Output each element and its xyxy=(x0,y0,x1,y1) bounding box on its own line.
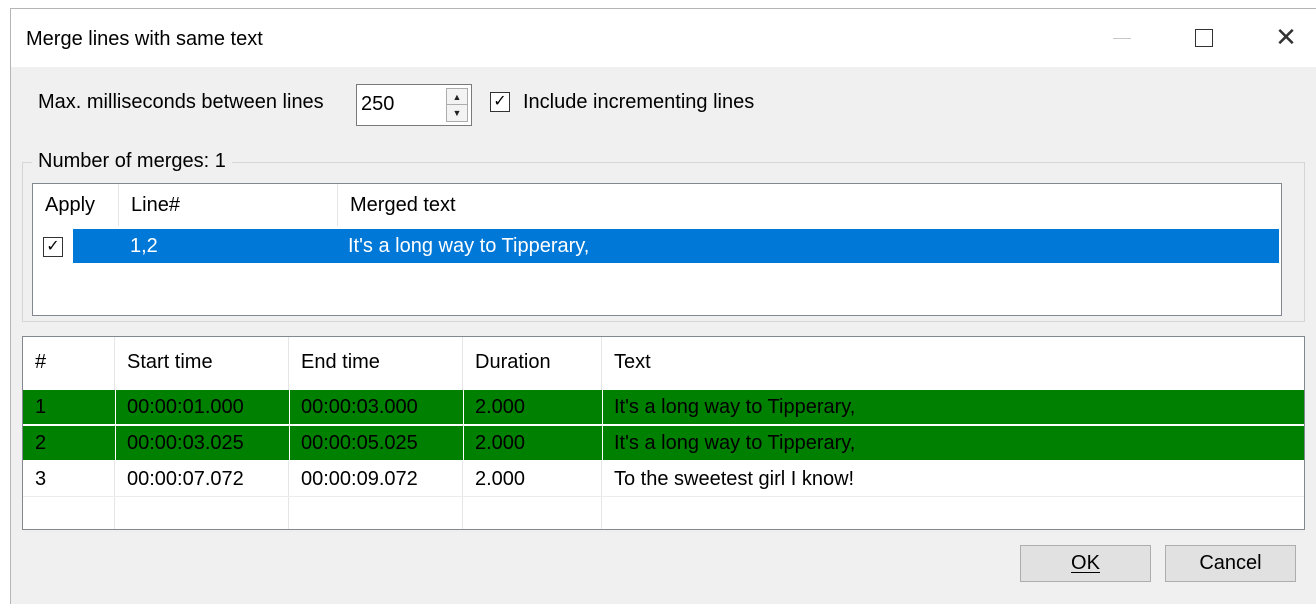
checkmark-icon: ✓ xyxy=(46,238,60,255)
cell-divider xyxy=(115,426,116,460)
cell-duration: 2.000 xyxy=(475,396,526,418)
cell-divider xyxy=(602,390,603,424)
include-incrementing-checkbox[interactable]: ✓ xyxy=(490,92,510,112)
apply-checkbox[interactable]: ✓ xyxy=(43,237,63,257)
include-incrementing-label[interactable]: Include incrementing lines xyxy=(523,91,754,114)
cell-num: 2 xyxy=(35,432,47,454)
maximize-icon xyxy=(1195,29,1213,47)
cell-divider xyxy=(602,426,603,460)
column-header-end-time[interactable]: End time xyxy=(301,351,380,374)
ok-button[interactable]: OK xyxy=(1020,545,1151,582)
merges-count-label: Number of merges: 1 xyxy=(32,150,232,173)
column-header-duration[interactable]: Duration xyxy=(475,351,551,374)
cell-text: To the sweetest girl I know! xyxy=(614,468,855,490)
close-button[interactable]: ✕ xyxy=(1245,9,1316,67)
table-row[interactable]: 2 00:00:03.025 00:00:05.025 2.000 It's a… xyxy=(23,426,1304,461)
window-title: Merge lines with same text xyxy=(26,28,263,50)
cell-start: 00:00:03.025 xyxy=(127,432,244,454)
merge-row-line: 1,2 xyxy=(130,235,158,257)
title-bar: Merge lines with same text ✕ xyxy=(11,9,1316,67)
table-row[interactable]: 3 00:00:07.072 00:00:09.072 2.000 To the… xyxy=(23,462,1304,497)
cell-divider xyxy=(289,390,290,424)
cell-divider xyxy=(463,426,464,460)
table-row[interactable]: 1 00:00:01.000 00:00:03.000 2.000 It's a… xyxy=(23,390,1304,425)
cell-start: 00:00:01.000 xyxy=(127,396,244,418)
spin-up-icon[interactable]: ▲ xyxy=(447,89,467,105)
cancel-button[interactable]: Cancel xyxy=(1165,545,1296,582)
column-header-merged-text[interactable]: Merged text xyxy=(338,184,658,226)
cell-end: 00:00:09.072 xyxy=(301,468,418,490)
max-ms-label: Max. milliseconds between lines xyxy=(38,91,324,113)
column-header-apply[interactable]: Apply xyxy=(33,184,119,226)
cell-text: It's a long way to Tipperary, xyxy=(614,432,856,454)
cell-duration: 2.000 xyxy=(475,432,526,454)
maximize-button[interactable] xyxy=(1163,9,1245,67)
column-header-line[interactable]: Line# xyxy=(119,184,338,226)
column-header-text[interactable]: Text xyxy=(614,351,651,374)
column-header-start-time[interactable]: Start time xyxy=(127,351,213,374)
cell-end: 00:00:03.000 xyxy=(301,396,418,418)
cell-divider xyxy=(115,390,116,424)
subtitle-list[interactable]: # Start time End time Duration Text 1 00… xyxy=(22,336,1305,532)
cancel-button-label: Cancel xyxy=(1199,552,1262,574)
cell-divider xyxy=(463,390,464,424)
empty-row-line xyxy=(23,531,1304,532)
checkmark-icon: ✓ xyxy=(493,93,507,110)
column-header-num[interactable]: # xyxy=(35,351,46,374)
cell-start: 00:00:07.072 xyxy=(127,468,244,490)
spin-down-icon[interactable]: ▼ xyxy=(447,105,467,121)
merge-row-text: It's a long way to Tipperary, xyxy=(348,235,590,257)
stepper-buttons: ▲ ▼ xyxy=(446,88,468,122)
ok-button-label: OK xyxy=(1071,552,1100,574)
cell-text: It's a long way to Tipperary, xyxy=(614,396,856,418)
minimize-button[interactable] xyxy=(1081,9,1163,67)
minimize-icon xyxy=(1113,37,1131,39)
cell-end: 00:00:05.025 xyxy=(301,432,418,454)
close-icon: ✕ xyxy=(1275,23,1297,53)
cell-num: 3 xyxy=(35,468,47,490)
max-ms-value[interactable]: 250 xyxy=(361,93,394,116)
merge-row-selected[interactable] xyxy=(73,229,1279,263)
merges-list[interactable]: Apply Line# Merged text ✓ 1,2 It's a lon… xyxy=(32,183,1282,316)
cell-duration: 2.000 xyxy=(475,468,526,490)
max-ms-stepper[interactable]: 250 ▲ ▼ xyxy=(356,84,472,126)
cell-divider xyxy=(289,426,290,460)
cell-num: 1 xyxy=(35,396,47,418)
